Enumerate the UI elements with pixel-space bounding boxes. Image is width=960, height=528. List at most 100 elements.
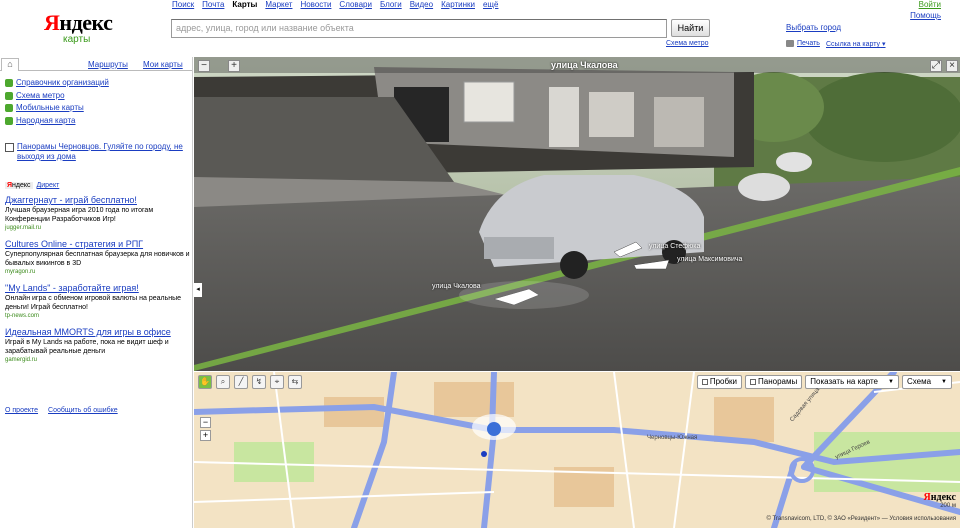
chevron-down-icon: ▼	[941, 379, 947, 385]
direct-logo-rest: ндекс	[12, 182, 31, 189]
street-view-panorama[interactable]: − + улица Чкалова ⤢ × улица Стефюка улиц…	[194, 57, 960, 371]
show-on-map-dropdown[interactable]: Показать на карте ▼	[805, 375, 899, 389]
service-video[interactable]: Видео	[410, 0, 433, 10]
service-more[interactable]: ещё	[483, 0, 498, 10]
service-search[interactable]: Поиск	[172, 0, 194, 10]
street-label-stefyuka[interactable]: улица Стефюка	[649, 243, 700, 250]
service-dictionaries[interactable]: Словари	[339, 0, 372, 10]
help-link[interactable]: Помощь	[910, 11, 941, 20]
mobile-icon	[5, 104, 13, 113]
map-view[interactable]: ✋ ⌕ ╱ ↯ ⌖ ⇆ Пробки Панорамы Показать на …	[194, 372, 960, 528]
ad-item: Cultures Online - стратегия и РПГ Суперп…	[5, 239, 190, 277]
hand-icon[interactable]: ✋	[198, 375, 212, 389]
ad-url: gamergid.ru	[5, 357, 38, 363]
zoom-icon[interactable]: ⌕	[216, 375, 230, 389]
ad-url: myragon.ru	[5, 269, 36, 275]
panorama-zoom-in-button[interactable]: +	[228, 60, 240, 72]
login-link[interactable]: Войти	[919, 0, 941, 9]
traffic-button[interactable]: Пробки	[696, 375, 743, 389]
tab-routes[interactable]: Маршруты	[88, 60, 128, 69]
tab-my-maps[interactable]: Мои карты	[143, 60, 183, 69]
map-zoom-out-button[interactable]: −	[200, 417, 211, 428]
printer-icon	[786, 40, 794, 47]
metro-map-link[interactable]: Схема метро	[666, 40, 709, 47]
house-icon[interactable]: ⌂	[1, 58, 19, 71]
ad-description: Онлайн игра с обменом игровой валюты на …	[5, 295, 182, 311]
panoramas-label: Панорамы	[758, 377, 798, 386]
search-input[interactable]: адрес, улица, город или название объекта	[171, 19, 667, 38]
share-map-label: Ссылка на карту	[826, 41, 881, 48]
service-market[interactable]: Маркет	[265, 0, 292, 10]
map-toolbar: ✋ ⌕ ╱ ↯ ⌖ ⇆	[198, 375, 302, 389]
ad-title[interactable]: Идеальная MMORTS для игры в офисе	[5, 327, 171, 337]
share-icon[interactable]: ⇆	[288, 375, 302, 389]
sidebar-tabs: ⌂ Маршруты Мои карты	[0, 57, 192, 71]
print-link[interactable]: Печать	[797, 40, 820, 47]
yandex-direct-ads: Яндекс Директ Джаггернаут - играй беспла…	[5, 182, 190, 365]
ad-url: jugger.mail.ru	[5, 225, 42, 231]
service-images[interactable]: Картинки	[441, 0, 475, 10]
quick-links: Справочник организаций Схема метро Мобил…	[5, 77, 109, 127]
ad-item: Идеальная MMORTS для игры в офисе Играй …	[5, 327, 190, 365]
quick-link-mobile[interactable]: Мобильные карты	[16, 102, 84, 115]
quick-link-people-map[interactable]: Народная карта	[16, 115, 75, 128]
panorama-zoom-out-button[interactable]: −	[198, 60, 210, 72]
street-label-chkalova[interactable]: улица Чкалова	[432, 283, 481, 290]
panoramas-button[interactable]: Панорамы	[745, 375, 803, 389]
street-label-maksimovicha[interactable]: улица Максимовича	[677, 256, 742, 263]
ruler-icon[interactable]: ╱	[234, 375, 248, 389]
map-logo-rest: ндекс	[930, 492, 956, 503]
directory-icon	[5, 79, 13, 88]
ad-item: Джаггернаут - играй бесплатно! Лучшая бр…	[5, 195, 190, 233]
map-type-dropdown[interactable]: Схема ▼	[901, 375, 952, 389]
share-map-link[interactable]: Ссылка на карту ▾	[826, 40, 886, 48]
marker-icon[interactable]: ⌖	[270, 375, 284, 389]
service-news[interactable]: Новости	[300, 0, 331, 10]
map-zoom-in-button[interactable]: +	[200, 430, 211, 441]
ad-title[interactable]: "My Lands" - заработайте играя!	[5, 283, 139, 293]
yandex-logo[interactable]: Яндекс карты	[44, 12, 113, 46]
map-label-station: Черновцы-Южная	[647, 435, 698, 441]
show-on-map-label: Показать на карте	[810, 377, 878, 386]
ad-description: Играй в My Lands на работе, пока не види…	[5, 339, 169, 355]
chevron-down-icon: ▼	[888, 379, 894, 385]
ad-url: tp-news.com	[5, 313, 40, 319]
collapse-sidebar-button[interactable]: ◂	[194, 283, 202, 297]
panorama-icon	[5, 143, 14, 152]
traffic-label: Пробки	[709, 377, 738, 386]
chevron-down-icon: ▾	[882, 41, 886, 48]
select-city-link[interactable]: Выбрать город	[786, 23, 841, 32]
about-link[interactable]: О проекте	[5, 407, 38, 414]
quick-link-metro[interactable]: Схема метро	[16, 90, 65, 103]
quick-link-directory[interactable]: Справочник организаций	[16, 77, 109, 90]
report-error-link[interactable]: Сообщить об ошибке	[48, 407, 118, 414]
map-copyright: © Transnavicom, LTD, © ЗАО «Резидент» — …	[766, 516, 956, 522]
panorama-scene	[194, 57, 960, 371]
logo-subtitle: карты	[63, 34, 91, 45]
map-type-label: Схема	[906, 377, 932, 386]
checkbox-icon	[750, 379, 757, 385]
service-mail[interactable]: Почта	[202, 0, 224, 10]
ad-description: Суперпопулярная бесплатная браузерка для…	[5, 251, 190, 267]
checkbox-icon	[701, 379, 708, 385]
people-map-icon	[5, 116, 13, 125]
sidebar-footer: О проекте Сообщить об ошибке	[5, 407, 118, 414]
service-maps: Карты	[232, 0, 258, 9]
ad-description: Лучшая браузерная игра 2010 года по итог…	[5, 207, 154, 223]
map-logo-first: Я	[923, 492, 931, 503]
direct-logo: Яндекс	[5, 182, 33, 189]
service-blogs[interactable]: Блоги	[380, 0, 402, 10]
panorama-promo: Панорамы Черновцов. Гуляйте по городу, н…	[5, 142, 183, 162]
direct-link[interactable]: Директ	[37, 182, 60, 189]
print-control[interactable]: Печать	[786, 40, 820, 47]
route-icon[interactable]: ↯	[252, 375, 266, 389]
ad-title[interactable]: Джаггернаут - играй бесплатно!	[5, 195, 137, 205]
map-scale: 200 м	[940, 503, 956, 509]
map-yandex-logo: Яндекс	[924, 492, 956, 503]
ad-title[interactable]: Cultures Online - стратегия и РПГ	[5, 239, 143, 249]
panorama-link[interactable]: Панорамы Черновцов. Гуляйте по городу, н…	[17, 142, 183, 162]
close-icon[interactable]: ×	[946, 60, 958, 72]
find-button[interactable]: Найти	[671, 19, 710, 37]
fullscreen-icon[interactable]: ⤢	[930, 60, 942, 72]
services-nav: Поиск Почта Карты Маркет Новости Словари…	[172, 0, 498, 10]
